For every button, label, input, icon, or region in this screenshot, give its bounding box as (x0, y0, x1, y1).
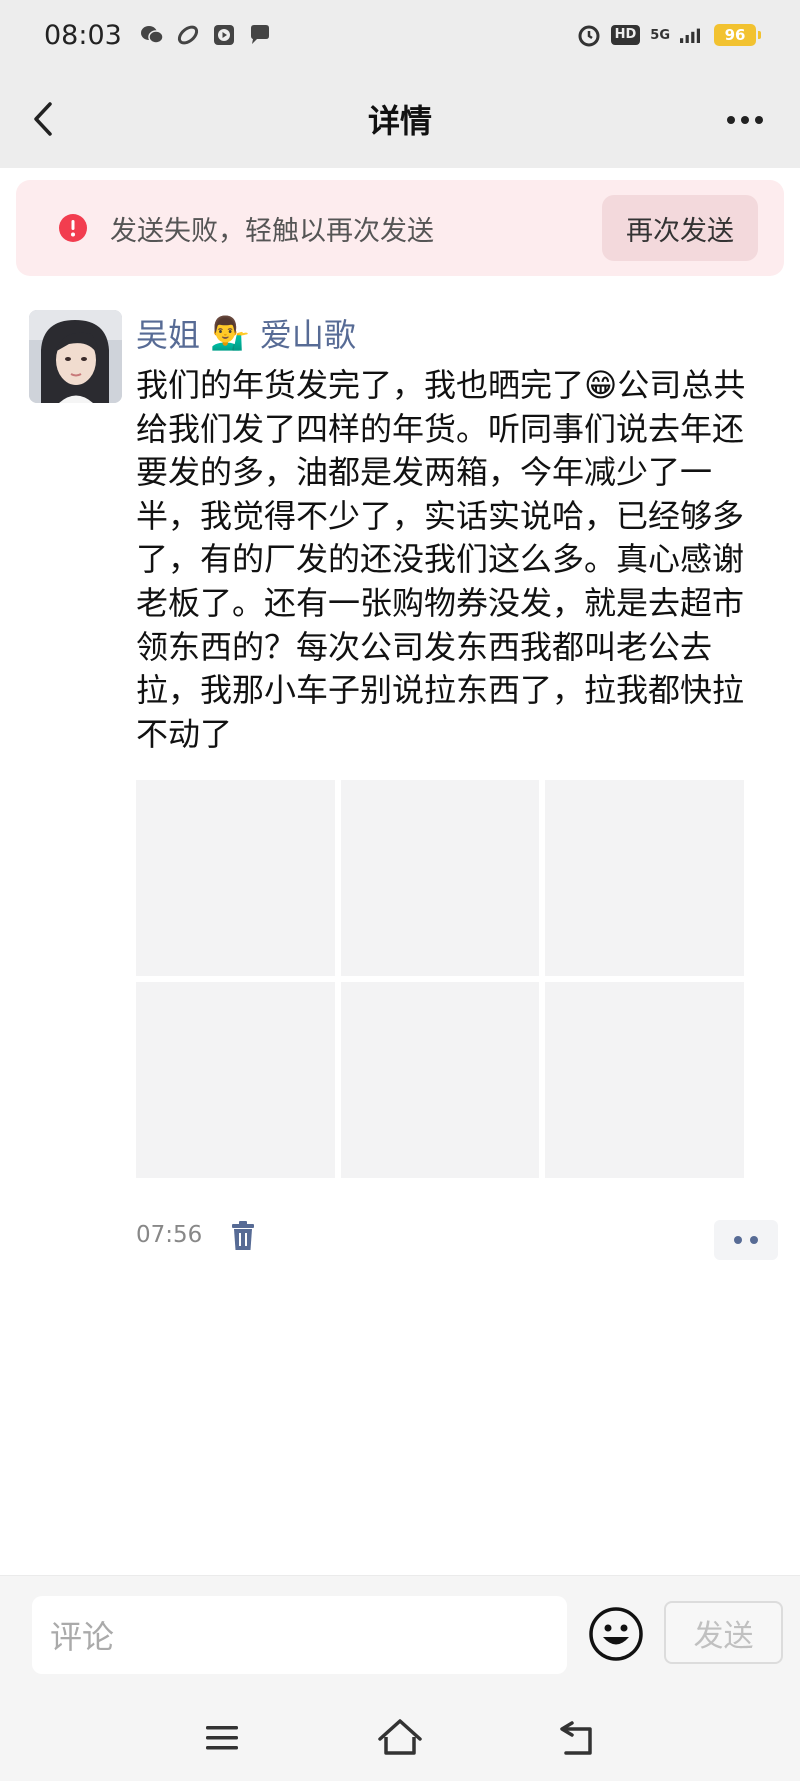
author-name[interactable]: 吴姐 (136, 310, 200, 356)
more-horizontal-icon[interactable] (720, 100, 770, 140)
battery-indicator: 96 (714, 24, 761, 46)
author-row[interactable]: 吴姐 💁‍♂️ 爱山歌 (136, 308, 356, 358)
home-icon[interactable] (376, 1715, 424, 1761)
comment-input[interactable]: 评论 (32, 1596, 567, 1674)
play-icon (212, 23, 236, 47)
feather-icon (176, 23, 200, 47)
post-text: 我们的年货发完了，我也晒完了😁公司总共给我们发了四样的年货。听同事们说去年还要发… (136, 366, 746, 753)
trash-icon[interactable] (228, 1220, 258, 1252)
image-grid (136, 780, 744, 1178)
avatar[interactable] (29, 310, 122, 403)
status-system-icons: HD 5G 96 (577, 23, 761, 47)
system-nav-bar (0, 1703, 800, 1781)
author-emoji: 💁‍♂️ (210, 314, 250, 352)
resend-button[interactable]: 再次发送 (602, 195, 758, 261)
status-notification-icons (140, 23, 272, 47)
send-button[interactable]: 发送 (664, 1601, 783, 1664)
image-placeholder[interactable] (545, 982, 744, 1178)
back-icon[interactable] (554, 1715, 602, 1761)
emoji-icon[interactable] (588, 1606, 644, 1662)
chat-bubble-icon (248, 23, 272, 47)
post-more-button[interactable] (714, 1220, 778, 1260)
nav-bar: 详情 (0, 70, 800, 168)
image-placeholder[interactable] (340, 780, 540, 976)
image-placeholder[interactable] (136, 982, 335, 1178)
hd-badge: HD (610, 25, 641, 45)
author-suffix: 爱山歌 (259, 316, 356, 354)
post-time: 07:56 (136, 1222, 203, 1248)
dot-icon (750, 1236, 758, 1244)
alert-circle-icon (58, 213, 88, 243)
comment-bar: 评论 发送 (0, 1575, 800, 1703)
network-label: 5G (650, 27, 670, 43)
page-title: 详情 (367, 102, 432, 140)
status-bar: 08:03 HD 5G 96 (0, 0, 800, 70)
image-placeholder[interactable] (545, 780, 744, 976)
image-placeholder[interactable] (340, 982, 540, 1178)
chevron-left-icon[interactable] (22, 96, 68, 142)
signal-icon (680, 23, 704, 47)
menu-icon[interactable] (198, 1715, 246, 1761)
alarm-icon (577, 23, 601, 47)
send-failed-banner[interactable]: 发送失败，轻触以再次发送 再次发送 (16, 180, 784, 276)
image-placeholder[interactable] (136, 780, 335, 976)
wechat-icon (140, 23, 164, 47)
dot-icon (734, 1236, 742, 1244)
status-time: 08:03 (44, 19, 122, 51)
error-message: 发送失败，轻触以再次发送 (110, 215, 434, 247)
